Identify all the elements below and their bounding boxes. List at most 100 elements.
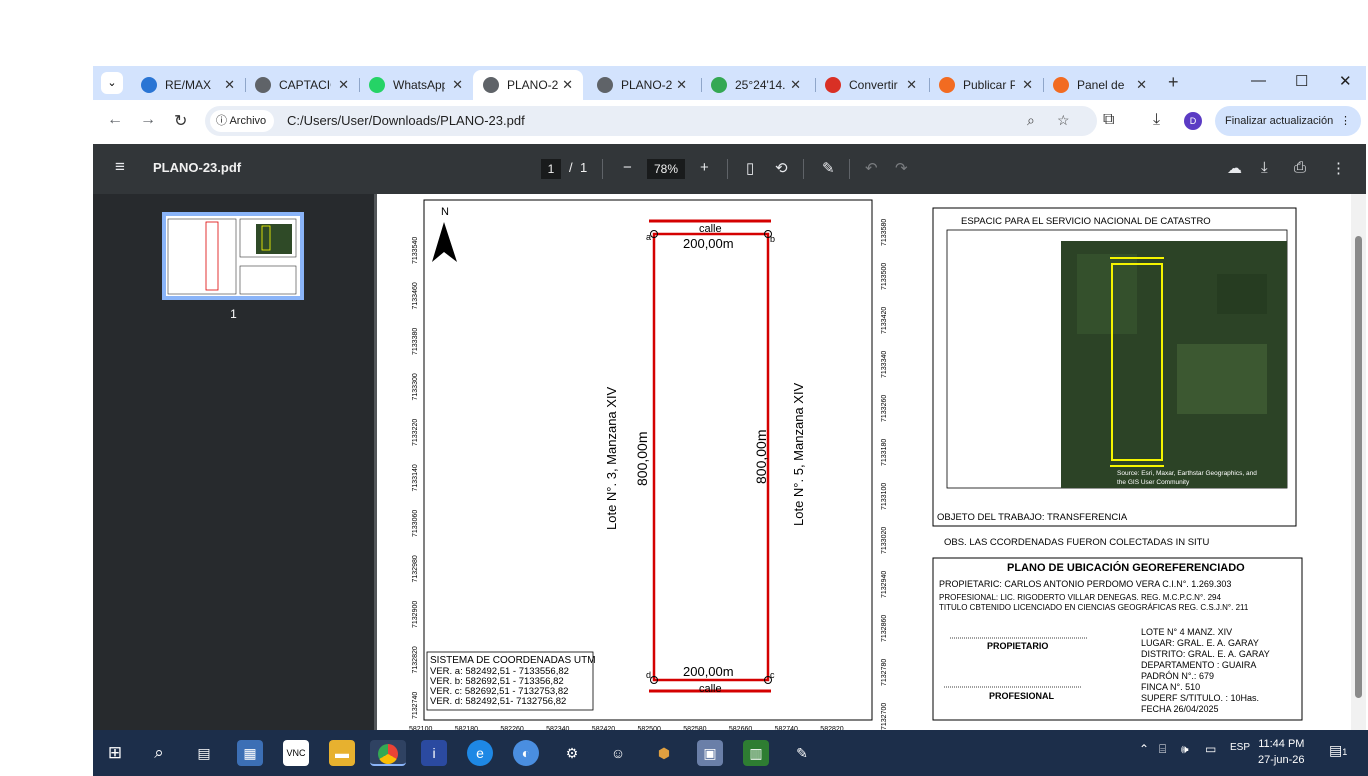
pdf-page: N 7133540 7133460 7133380 7133300 7133220 713… xyxy=(377,194,1351,730)
close-icon[interactable]: ✕ xyxy=(338,77,349,93)
pdf-viewer: N 7133540 7133460 7133380 7133300 7133220 713… xyxy=(374,194,1366,730)
y-ticks-left: 7133540 7133460 7133380 7133300 7133220 71331… xyxy=(412,237,419,719)
download-icon[interactable]: ⤓ xyxy=(1153,111,1160,129)
detail-row: LOTE N° 4 MANZ. XIV xyxy=(1141,627,1232,637)
bottom-width-label: 200,00m xyxy=(683,664,734,679)
y-tick-label: 7132900 xyxy=(412,601,419,628)
paint-icon[interactable]: ✎ xyxy=(789,740,815,766)
task-view-icon[interactable]: ▤ xyxy=(191,740,217,766)
tab-panel[interactable]: Panel de ✕ xyxy=(1043,70,1157,100)
tab-search-button[interactable]: ⌄ xyxy=(101,72,123,94)
maximize-button[interactable]: ☐ xyxy=(1295,72,1308,90)
annotate-icon[interactable]: ✎ xyxy=(822,159,835,177)
obs-text: OBS. LAS CCORDENADAS FUERON COLECTADAS I… xyxy=(944,537,1209,548)
language-indicator[interactable]: ESP xyxy=(1230,742,1250,753)
tab-plano-active[interactable]: PLANO-2: ✕ xyxy=(473,70,583,100)
close-icon[interactable]: ✕ xyxy=(676,77,687,93)
tab-publicar[interactable]: Publicar P ✕ xyxy=(929,70,1043,100)
tab-label: 25°24'14. xyxy=(735,78,786,92)
map-app-icon[interactable]: ▣ xyxy=(697,740,723,766)
scrollbar-thumb[interactable] xyxy=(1355,236,1362,698)
close-window-button[interactable]: ✕ xyxy=(1339,72,1352,90)
vnc-icon[interactable]: VNC xyxy=(283,740,309,766)
close-icon[interactable]: ✕ xyxy=(562,77,573,93)
download-icon[interactable]: ⤓ xyxy=(1261,159,1268,176)
more-vert-icon[interactable]: ⋮ xyxy=(1331,159,1346,177)
zoom-icon[interactable]: ⌕ xyxy=(1027,112,1035,129)
save-to-drive-icon[interactable]: ☁ xyxy=(1227,159,1242,177)
minimize-button[interactable]: — xyxy=(1251,72,1266,89)
tab-label: WhatsApp xyxy=(393,78,445,92)
windows-taskbar: ⊞ ⌕ ▤ ▦ VNC ▬ i e ◐ ⚙ ☺ ⬢ ▣ ▥ ✎ ⌃ ⌸ 🕪 ▭ … xyxy=(93,730,1368,776)
y-tick-label: 7133500 xyxy=(881,263,888,290)
clock[interactable]: 11:44 PM 27-jun-26 xyxy=(1258,736,1304,768)
tab-plano[interactable]: PLANO-2: ✕ xyxy=(587,70,697,100)
chevron-up-icon[interactable]: ⌃ xyxy=(1139,742,1149,756)
y-tick-label: 7133380 xyxy=(412,328,419,355)
reload-button[interactable]: ↻ xyxy=(174,111,187,131)
search-icon[interactable]: ⌕ xyxy=(146,740,172,766)
cube-icon[interactable]: ⬢ xyxy=(651,740,677,766)
info-app-icon[interactable]: i xyxy=(421,740,447,766)
rotate-icon[interactable]: ⟲ xyxy=(775,159,788,177)
tab-whatsapp[interactable]: WhatsApp ✕ xyxy=(359,70,473,100)
y-tick-label: 7133020 xyxy=(881,527,888,554)
calculator-icon[interactable]: ▦ xyxy=(237,740,263,766)
detail-row: FECHA 26/04/2025 xyxy=(1141,704,1219,714)
windows-start-icon[interactable]: ⊞ xyxy=(102,740,128,766)
bookmark-star-icon[interactable]: ☆ xyxy=(1057,112,1070,129)
close-icon[interactable]: ✕ xyxy=(224,77,235,93)
settings-gear-icon[interactable]: ⚙ xyxy=(559,740,585,766)
zoom-input[interactable]: 78% xyxy=(647,159,685,179)
update-button[interactable]: Finalizar actualización ⋮ xyxy=(1215,106,1361,136)
volume-icon[interactable]: 🕪 xyxy=(1181,742,1189,757)
page-thumbnail[interactable] xyxy=(162,212,304,300)
print-icon[interactable]: ⎙ xyxy=(1294,159,1306,176)
back-button[interactable]: ← xyxy=(107,111,123,129)
close-icon[interactable]: ✕ xyxy=(906,77,917,93)
tab-label: Panel de xyxy=(1077,78,1125,92)
new-tab-button[interactable]: + xyxy=(1168,72,1179,93)
forward-button[interactable]: → xyxy=(140,111,156,129)
app-icon[interactable]: ☺ xyxy=(605,740,631,766)
close-icon[interactable]: ✕ xyxy=(1022,77,1033,93)
network-icon[interactable]: ⌸ xyxy=(1159,742,1166,757)
chat-icon[interactable]: ▭ xyxy=(1205,742,1216,756)
profile-avatar[interactable]: D xyxy=(1184,112,1202,130)
url-text[interactable]: C:/Users/User/Downloads/PLANO-23.pdf xyxy=(287,113,525,128)
detail-row: DISTRITO: GRAL. E. A. GARAY xyxy=(1141,649,1270,659)
tab-remax[interactable]: RE/MAX ✕ xyxy=(131,70,245,100)
y-tick-label: 7132940 xyxy=(881,571,888,598)
app-icon[interactable]: ◐ xyxy=(513,740,539,766)
page-number-input[interactable]: 1 xyxy=(541,159,561,179)
site-info-chip[interactable]: ⓘ Archivo xyxy=(210,110,275,132)
fit-page-icon[interactable]: ▯ xyxy=(746,159,754,177)
notification-icon[interactable]: ▤1 xyxy=(1329,742,1347,759)
close-icon[interactable]: ✕ xyxy=(452,77,463,93)
tab-maps[interactable]: 25°24'14. ✕ xyxy=(701,70,811,100)
extensions-icon[interactable]: ⧉ xyxy=(1103,111,1114,129)
y-tick-label: 7132700 xyxy=(881,703,888,730)
close-icon[interactable]: ✕ xyxy=(1136,77,1147,93)
menu-icon[interactable]: ≡ xyxy=(115,157,125,177)
tab-captacion[interactable]: CAPTACIO ✕ xyxy=(245,70,359,100)
folder-icon[interactable]: ▬ xyxy=(329,740,355,766)
redo-icon[interactable]: ↷ xyxy=(895,159,908,177)
chrome-icon[interactable] xyxy=(370,740,406,766)
address-bar[interactable]: ⓘ Archivo C:/Users/User/Downloads/PLANO-… xyxy=(205,106,1097,136)
y-tick-label: 7133540 xyxy=(412,237,419,264)
titulo-text: TITULO CBTENIDO LICENCIADO EN CIENCIAS G… xyxy=(939,603,1249,612)
top-street-label: calle xyxy=(699,223,722,235)
close-icon[interactable]: ✕ xyxy=(790,77,801,93)
globe-icon xyxy=(483,77,499,93)
chevron-down-icon: ⌄ xyxy=(107,77,117,89)
tab-convertir[interactable]: Convertir ✕ xyxy=(815,70,927,100)
spreadsheet-icon[interactable]: ▥ xyxy=(743,740,769,766)
vertical-scrollbar[interactable] xyxy=(1351,194,1366,730)
detail-row: LUGAR: GRAL. E. A. GARAY xyxy=(1141,638,1259,648)
edge-icon[interactable]: e xyxy=(467,740,493,766)
undo-icon[interactable]: ↶ xyxy=(865,159,878,177)
zoom-in-button[interactable]: + xyxy=(700,159,709,176)
zoom-out-button[interactable]: − xyxy=(623,159,632,176)
y-tick-label: 7133060 xyxy=(412,510,419,537)
